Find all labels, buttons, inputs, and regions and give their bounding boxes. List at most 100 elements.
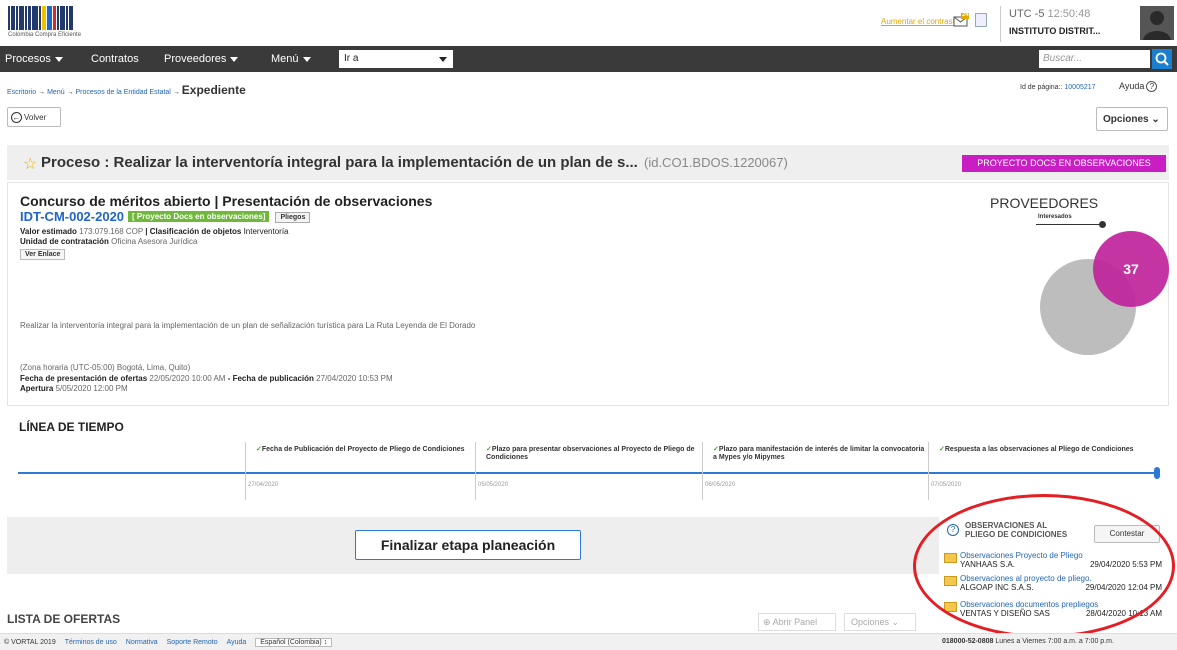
finalize-stage-button[interactable]: Finalizar etapa planeación	[355, 530, 581, 560]
breadcrumb-procesos[interactable]: Procesos de la Entidad Estatal	[76, 89, 171, 96]
options-button[interactable]: Opciones ⌄	[1096, 107, 1168, 131]
observation-title[interactable]: Observaciones al proyecto de pliego.	[960, 574, 1092, 583]
chevron-down-icon	[302, 56, 311, 62]
nav-menu[interactable]: Menú	[271, 53, 311, 65]
arrow-left-icon: ←	[11, 112, 22, 123]
timeline-stage[interactable]: ✓Respuesta a las observaciones al Pliego…	[928, 442, 1153, 500]
timeline-stage-date: 27/04/2020	[248, 482, 279, 488]
status-badge: PROYECTO DOCS EN OBSERVACIONES	[962, 155, 1166, 172]
nav-contratos[interactable]: Contratos	[91, 53, 139, 65]
documents-icon[interactable]	[975, 13, 987, 27]
phase-badge: [ Proyecto Docs en observaciones]	[128, 211, 270, 222]
nav-contratos-label: Contratos	[91, 53, 139, 65]
chevron-down-icon: ⌄	[1151, 114, 1160, 125]
providers-count[interactable]: 37	[1093, 231, 1169, 307]
search-button[interactable]	[1152, 49, 1172, 69]
fecha-ofertas-value: 22/05/2020 10:00 AM	[149, 374, 226, 383]
observation-item[interactable]: Observaciones documentos prepliegos VENT…	[944, 600, 1166, 620]
timeline-stage[interactable]: ✓Plazo para manifestación de interés de …	[702, 442, 927, 500]
observation-title[interactable]: Observaciones Proyecto de Pliego	[960, 551, 1083, 560]
footer-link-terminos[interactable]: Términos de uso	[65, 639, 117, 646]
observation-author: VENTAS Y DISEÑO SAS	[960, 609, 1050, 618]
timeline-end-marker	[1154, 467, 1160, 479]
user-session-box[interactable]: UTC -5 12:50:48 INSTITUTO DISTRIT...	[1000, 6, 1136, 42]
goto-select[interactable]: Ir a	[339, 50, 453, 68]
help-link[interactable]: Ayuda?	[1119, 81, 1158, 92]
clasif-label: | Clasificación de objetos	[145, 227, 242, 236]
page-id-label: Id de página::	[1020, 84, 1063, 91]
reply-button[interactable]: Contestar	[1094, 525, 1160, 543]
plus-circle-icon: ⊕	[763, 617, 771, 627]
fecha-ofertas-label: Fecha de presentación de ofertas	[20, 374, 148, 383]
breadcrumb: Escritorio → Menú → Procesos de la Entid…	[7, 83, 246, 97]
colombia-compra-logo[interactable]: Colombia Compra Eficiente	[8, 6, 104, 40]
offers-title: LISTA DE OFERTAS	[7, 612, 121, 626]
main-navbar: Procesos Contratos Proveedores Menú Ir a…	[0, 46, 1177, 72]
observation-author: ALGOAP INC S.A.S.	[960, 583, 1034, 592]
page-id: Id de página:: 10005217	[1020, 84, 1096, 91]
providers-slider-handle[interactable]	[1099, 221, 1106, 228]
language-select[interactable]: Español (Colombia) ↕	[255, 638, 333, 647]
star-icon[interactable]: ☆	[23, 154, 37, 174]
timeline-stage-label: Plazo para presentar observaciones al Pr…	[486, 446, 695, 461]
pliegos-tag[interactable]: Pliegos	[275, 212, 311, 223]
footer-link-normativa[interactable]: Normativa	[126, 639, 158, 646]
page-id-value[interactable]: 10005217	[1064, 84, 1095, 91]
observations-title-text: OBSERVACIONES AL PLIEGO DE CONDICIONES	[965, 521, 1068, 539]
timeline-stage[interactable]: ✓Fecha de Publicación del Proyecto de Pl…	[245, 442, 470, 500]
options-label: Opciones	[1103, 114, 1149, 125]
nav-proveedores[interactable]: Proveedores	[164, 53, 239, 65]
apertura-value: 5/05/2020 12:00 PM	[55, 384, 128, 393]
ver-enlace-button[interactable]: Ver Enlace	[20, 249, 66, 260]
timeline-stage-label: Fecha de Publicación del Proyecto de Pli…	[261, 446, 465, 453]
observation-date: 29/04/2020 12:04 PM	[1085, 583, 1162, 592]
observation-item[interactable]: Observaciones Proyecto de Pliego YANHAAS…	[944, 551, 1166, 571]
timeline-stage-date: 05/05/2020	[478, 482, 509, 488]
updown-icon: ↕	[323, 639, 328, 646]
timeline-stage[interactable]: ✓Plazo para presentar observaciones al P…	[475, 442, 700, 500]
unidad-value: Oficina Asesora Jurídica	[111, 237, 198, 246]
footer-link-ayuda[interactable]: Ayuda	[227, 639, 247, 646]
nav-procesos[interactable]: Procesos	[5, 53, 63, 65]
logo-barcode-icon	[8, 6, 104, 30]
timeline: ✓Fecha de Publicación del Proyecto de Pl…	[18, 442, 1161, 500]
apertura-label: Apertura	[20, 384, 54, 393]
back-button[interactable]: ← Volver	[7, 107, 61, 127]
open-panel-button[interactable]: ⊕ Abrir Panel	[758, 613, 836, 631]
offers-options-label: Opciones	[851, 617, 890, 627]
support-hours: Lunes a Viernes 7:00 a.m. a 7:00 p.m.	[995, 638, 1114, 645]
top-header: Colombia Compra Eficiente Aumentar el co…	[0, 0, 1177, 46]
dates-line: Fecha de presentación de ofertas 22/05/2…	[20, 374, 393, 383]
chevron-down-icon	[439, 57, 447, 62]
chevron-down-icon: ⌄	[891, 617, 900, 627]
timeline-stage-date: 06/05/2020	[705, 482, 736, 488]
breadcrumb-escritorio[interactable]: Escritorio	[7, 89, 36, 96]
breadcrumb-current: Expediente	[181, 83, 246, 97]
logo-text: Colombia Compra Eficiente	[8, 32, 82, 38]
observation-item[interactable]: Observaciones al proyecto de pliego. ALG…	[944, 574, 1166, 594]
process-info-card: Concurso de méritos abierto | Presentaci…	[7, 182, 1169, 406]
timeline-stage-date: 07/05/2020	[931, 482, 962, 488]
observation-title[interactable]: Observaciones documentos prepliegos	[960, 600, 1098, 609]
notification-count: 24	[962, 12, 969, 18]
providers-slider-line	[1036, 224, 1102, 225]
nav-proveedores-label: Proveedores	[164, 53, 227, 65]
observation-date: 29/04/2020 5:53 PM	[1089, 560, 1162, 569]
contrast-link[interactable]: Aumentar el contraste	[881, 17, 959, 26]
providers-title: PROVEEDORES	[990, 195, 1099, 211]
footer-link-soporte[interactable]: Soporte Remoto	[167, 639, 218, 646]
search-input[interactable]: Buscar...	[1039, 50, 1150, 68]
avatar[interactable]	[1140, 6, 1174, 40]
valor-label: Valor estimado	[20, 227, 77, 236]
observation-date: 28/04/2020 10:13 AM	[1085, 609, 1162, 618]
timezone-note: (Zona horaria (UTC-05:00) Bogotá, Lima, …	[20, 363, 191, 372]
notifications-icon[interactable]: 24	[953, 12, 969, 27]
apertura-line: Apertura 5/05/2020 12:00 PM	[20, 384, 128, 393]
clock-time: 12:50:48	[1047, 8, 1091, 20]
observations-panel: ? OBSERVACIONES AL PLIEGO DE CONDICIONES…	[939, 517, 1169, 621]
reference-row: IDT-CM-002-2020[ Proyecto Docs en observ…	[20, 209, 311, 224]
offers-options-button[interactable]: Opciones ⌄	[844, 613, 916, 631]
breadcrumb-menu[interactable]: Menú	[47, 89, 65, 96]
utc-label: UTC -5	[1009, 8, 1045, 20]
process-reference: IDT-CM-002-2020	[20, 209, 125, 224]
